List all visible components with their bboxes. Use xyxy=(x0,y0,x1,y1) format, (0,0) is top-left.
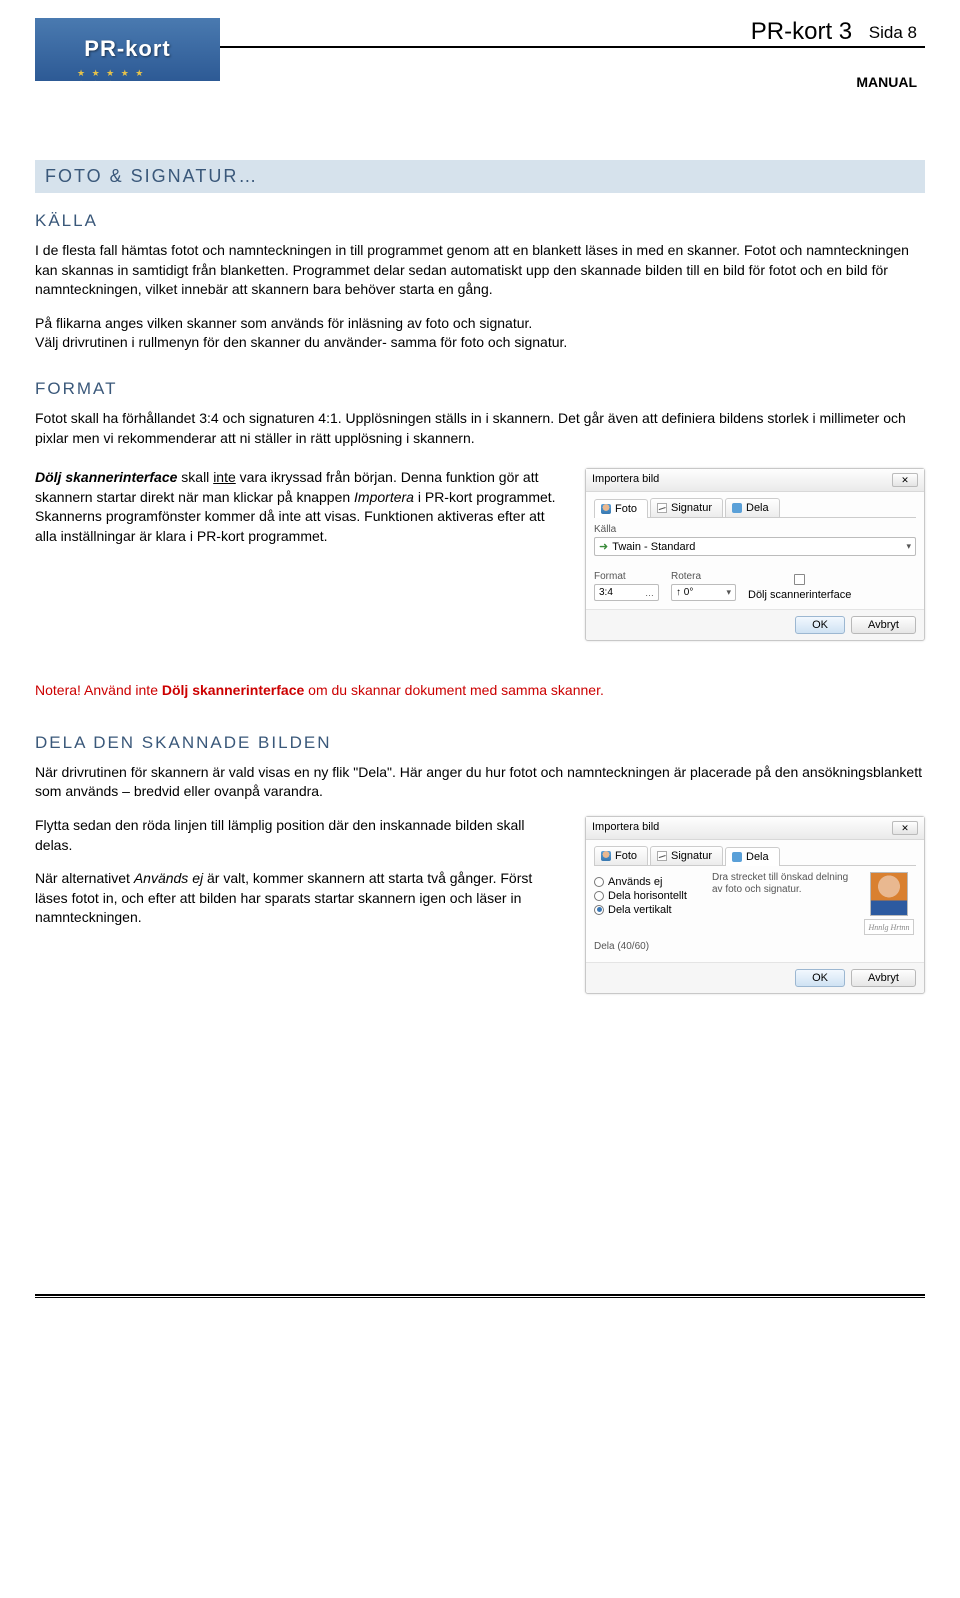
tab-signatur[interactable]: Signatur xyxy=(650,498,723,517)
dialog-importera-bild-foto: Importera bild ✕ Foto Signatur Dela Käll… xyxy=(585,468,925,641)
user-icon xyxy=(601,851,611,861)
dialog-title: Importera bild xyxy=(592,821,659,835)
photo-preview-icon xyxy=(870,872,908,916)
label-format: Format xyxy=(594,571,659,582)
checkbox-icon xyxy=(794,574,805,585)
chevron-down-icon: ▾ xyxy=(906,541,911,552)
header-title-line: PR-kort 3 Sida 8 xyxy=(220,18,925,48)
product-name: PR-kort 3 xyxy=(751,18,852,45)
signature-icon xyxy=(657,851,667,861)
chevron-down-icon: ▾ xyxy=(726,587,731,598)
select-kalla[interactable]: ➜Twain - Standard ▾ xyxy=(594,537,916,556)
radio-dela-horisontellt[interactable]: Dela horisontellt xyxy=(594,890,704,902)
section-heading: FOTO & SIGNATUR… xyxy=(35,160,925,193)
heading-kalla: KÄLLA xyxy=(35,211,925,231)
cancel-button[interactable]: Avbryt xyxy=(851,969,916,987)
tab-dela[interactable]: Dela xyxy=(725,498,780,517)
term: Dölj skannerinterface xyxy=(35,469,177,485)
close-button[interactable]: ✕ xyxy=(892,821,918,835)
page-header: PR-kort PR-kort 3 Sida 8 MANUAL xyxy=(35,0,925,90)
checkbox-dolj-skannerinterface[interactable]: Dölj scannerinterface xyxy=(748,574,851,601)
page-number: Sida 8 xyxy=(869,23,917,42)
dialog-importera-bild-dela: Importera bild ✕ Foto Signatur Dela Anvä… xyxy=(585,816,925,994)
tab-dela[interactable]: Dela xyxy=(725,847,780,866)
select-rotera[interactable]: ↑ 0°▾ xyxy=(671,584,736,601)
paragraph: När alternativet Används ej är valt, kom… xyxy=(35,869,565,928)
tab-foto[interactable]: Foto xyxy=(594,846,648,865)
radio-anvands-ej[interactable]: Används ej xyxy=(594,876,704,888)
user-icon xyxy=(601,504,611,514)
manual-label: MANUAL xyxy=(856,74,925,90)
cancel-button[interactable]: Avbryt xyxy=(851,616,916,634)
heading-dela: DELA DEN SKANNADE BILDEN xyxy=(35,733,925,753)
ok-button[interactable]: OK xyxy=(795,616,845,634)
paragraph: Flytta sedan den röda linjen till lämpli… xyxy=(35,816,565,855)
signature-preview-icon: Hnnlg Hrtnn xyxy=(864,919,914,935)
ok-button[interactable]: OK xyxy=(795,969,845,987)
split-icon xyxy=(732,503,742,513)
paragraph: Dölj skannerinterface skall inte vara ik… xyxy=(35,468,565,546)
radio-dela-vertikalt[interactable]: Dela vertikalt xyxy=(594,904,704,916)
signature-icon xyxy=(657,503,667,513)
paragraph: När drivrutinen för skannern är vald vis… xyxy=(35,763,925,802)
paragraph: På flikarna anges vilken skanner som anv… xyxy=(35,314,925,353)
tab-signatur[interactable]: Signatur xyxy=(650,846,723,865)
tab-foto[interactable]: Foto xyxy=(594,499,648,518)
note-warning: Notera! Använd inte Dölj skannerinterfac… xyxy=(35,681,925,701)
logo-text: PR-kort xyxy=(84,36,170,62)
logo: PR-kort xyxy=(35,18,220,81)
paragraph: I de flesta fall hämtas fotot och namnte… xyxy=(35,241,925,300)
split-icon xyxy=(732,852,742,862)
ellipsis-icon: … xyxy=(645,588,654,598)
label-dela-value: Dela (40/60) xyxy=(594,941,916,952)
label-kalla: Källa xyxy=(594,524,916,535)
select-format[interactable]: 3:4… xyxy=(594,584,659,601)
paragraph: Fotot skall ha förhållandet 3:4 och sign… xyxy=(35,409,925,448)
dela-description: Dra strecket till önskad delning av foto… xyxy=(712,872,854,896)
footer-rule xyxy=(35,1294,925,1298)
label-rotera: Rotera xyxy=(671,571,736,582)
heading-format: FORMAT xyxy=(35,379,925,399)
close-button[interactable]: ✕ xyxy=(892,473,918,487)
dialog-title: Importera bild xyxy=(592,473,659,487)
preview-split: Hnnlg Hrtnn xyxy=(862,872,916,935)
